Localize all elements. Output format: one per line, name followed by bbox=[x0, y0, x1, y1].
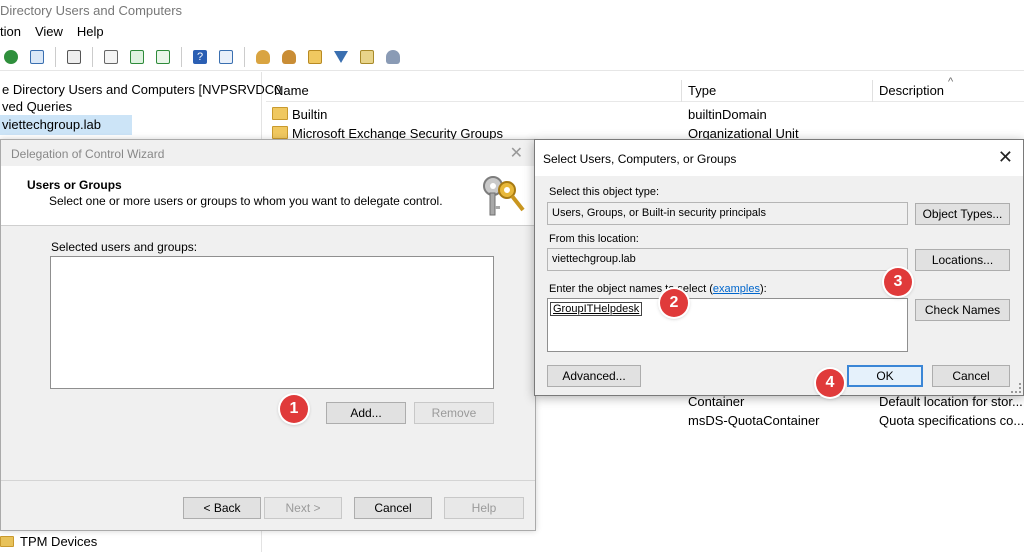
filter-icon[interactable] bbox=[330, 46, 352, 68]
object-type-field: Users, Groups, or Built-in security prin… bbox=[547, 202, 908, 225]
toolbar-separator bbox=[244, 46, 245, 67]
help-icon[interactable]: ? bbox=[189, 46, 211, 68]
menu-help[interactable]: Help bbox=[77, 24, 104, 42]
row-description: Quota specifications co... bbox=[879, 413, 1024, 428]
properties-icon[interactable] bbox=[100, 46, 122, 68]
menu-bar: tion View Help bbox=[0, 22, 1024, 42]
back-button[interactable]: < Back bbox=[183, 497, 261, 519]
new-user-icon[interactable] bbox=[252, 46, 274, 68]
wizard-header: Users or Groups Select one or more users… bbox=[1, 166, 535, 226]
close-icon[interactable]: ✕ bbox=[998, 147, 1013, 168]
folder-icon bbox=[272, 107, 288, 120]
delegation-wizard-dialog: Delegation of Control Wizard ✕ Users or … bbox=[0, 139, 536, 531]
folder-icon bbox=[0, 535, 14, 547]
step-badge-3: 3 bbox=[884, 268, 912, 296]
advanced-button[interactable]: Advanced... bbox=[547, 365, 641, 387]
resize-grip[interactable] bbox=[1011, 383, 1021, 393]
select-users-dialog: Select Users, Computers, or Groups ✕ Sel… bbox=[534, 139, 1024, 396]
list-row[interactable]: Builtin builtinDomain bbox=[266, 105, 1024, 124]
refresh-icon[interactable] bbox=[126, 46, 148, 68]
sort-caret-icon: ^ bbox=[948, 76, 954, 88]
selected-users-label: Selected users and groups: bbox=[51, 240, 198, 254]
resolved-name[interactable]: GroupITHelpdesk bbox=[550, 302, 643, 316]
row-name: Builtin bbox=[292, 107, 328, 122]
object-names-label: Enter the object names to select (exampl… bbox=[549, 283, 767, 295]
column-header-description[interactable]: Description bbox=[879, 83, 944, 98]
help-button[interactable]: Help bbox=[444, 497, 524, 519]
tree-item-label: TPM Devices bbox=[20, 533, 98, 549]
object-type-label: Select this object type: bbox=[549, 186, 660, 198]
divider bbox=[1, 480, 535, 481]
locations-button[interactable]: Locations... bbox=[915, 249, 1010, 271]
location-field: viettechgroup.lab bbox=[547, 248, 908, 271]
folder-icon bbox=[272, 126, 288, 139]
column-header-name[interactable]: Name bbox=[274, 83, 309, 98]
row-type: Container bbox=[688, 394, 745, 409]
back-arrow-icon[interactable] bbox=[0, 46, 22, 68]
object-names-input[interactable]: GroupITHelpdesk bbox=[547, 298, 908, 352]
find-icon[interactable] bbox=[356, 46, 378, 68]
new-ou-icon[interactable] bbox=[304, 46, 326, 68]
row-type: builtinDomain bbox=[688, 107, 767, 122]
step-badge-1: 1 bbox=[280, 395, 308, 423]
object-types-button[interactable]: Object Types... bbox=[915, 203, 1010, 225]
add-to-group-icon[interactable] bbox=[382, 46, 404, 68]
add-button[interactable]: Add... bbox=[326, 402, 406, 424]
toolbar-separator bbox=[181, 46, 182, 67]
cancel-button[interactable]: Cancel bbox=[354, 497, 432, 519]
location-label: From this location: bbox=[549, 233, 639, 245]
console-icon[interactable] bbox=[215, 46, 237, 68]
menu-action[interactable]: tion bbox=[0, 24, 21, 42]
dialog-title: Select Users, Computers, or Groups bbox=[543, 152, 737, 166]
export-list-icon[interactable] bbox=[152, 46, 174, 68]
row-type: msDS-QuotaContainer bbox=[688, 413, 820, 428]
column-divider[interactable] bbox=[681, 80, 682, 102]
toolbar: ? bbox=[0, 43, 1024, 71]
cancel-button[interactable]: Cancel bbox=[932, 365, 1010, 387]
clipboard-icon[interactable] bbox=[63, 46, 85, 68]
step-badge-4: 4 bbox=[816, 369, 844, 397]
show-hide-tree-icon[interactable] bbox=[26, 46, 48, 68]
tree-domain-node[interactable]: viettechgroup.lab bbox=[0, 115, 132, 135]
column-divider[interactable] bbox=[872, 80, 873, 102]
dialog-titlebar: Select Users, Computers, or Groups ✕ bbox=[535, 140, 1023, 176]
selected-users-list[interactable] bbox=[50, 256, 494, 389]
wizard-title: Delegation of Control Wizard bbox=[11, 147, 165, 161]
list-header: Name Type Description ^ bbox=[266, 76, 1024, 102]
toolbar-separator bbox=[55, 46, 56, 67]
keys-icon bbox=[483, 176, 525, 216]
step-badge-2: 2 bbox=[660, 289, 688, 317]
next-button[interactable]: Next > bbox=[264, 497, 342, 519]
close-icon[interactable]: ✕ bbox=[510, 143, 523, 163]
object-names-label-text: Enter the object names to select ( bbox=[549, 283, 713, 295]
wizard-header-subtitle: Select one or more users or groups to wh… bbox=[49, 194, 443, 208]
examples-link[interactable]: examples bbox=[713, 283, 760, 295]
menu-view[interactable]: View bbox=[35, 24, 63, 42]
remove-button[interactable]: Remove bbox=[414, 402, 494, 424]
toolbar-separator bbox=[92, 46, 93, 67]
new-group-icon[interactable] bbox=[278, 46, 300, 68]
object-names-label-suffix: ): bbox=[759, 283, 767, 295]
ok-button[interactable]: OK bbox=[847, 365, 923, 387]
column-header-type[interactable]: Type bbox=[688, 83, 716, 98]
window-title: Directory Users and Computers bbox=[0, 0, 1024, 22]
wizard-header-title: Users or Groups bbox=[27, 178, 122, 192]
row-description: Default location for stor... bbox=[879, 394, 1023, 409]
tree-item-tpm-devices[interactable]: TPM Devices bbox=[0, 532, 97, 550]
check-names-button[interactable]: Check Names bbox=[915, 299, 1010, 321]
tree-saved-queries[interactable]: ved Queries bbox=[0, 97, 72, 117]
